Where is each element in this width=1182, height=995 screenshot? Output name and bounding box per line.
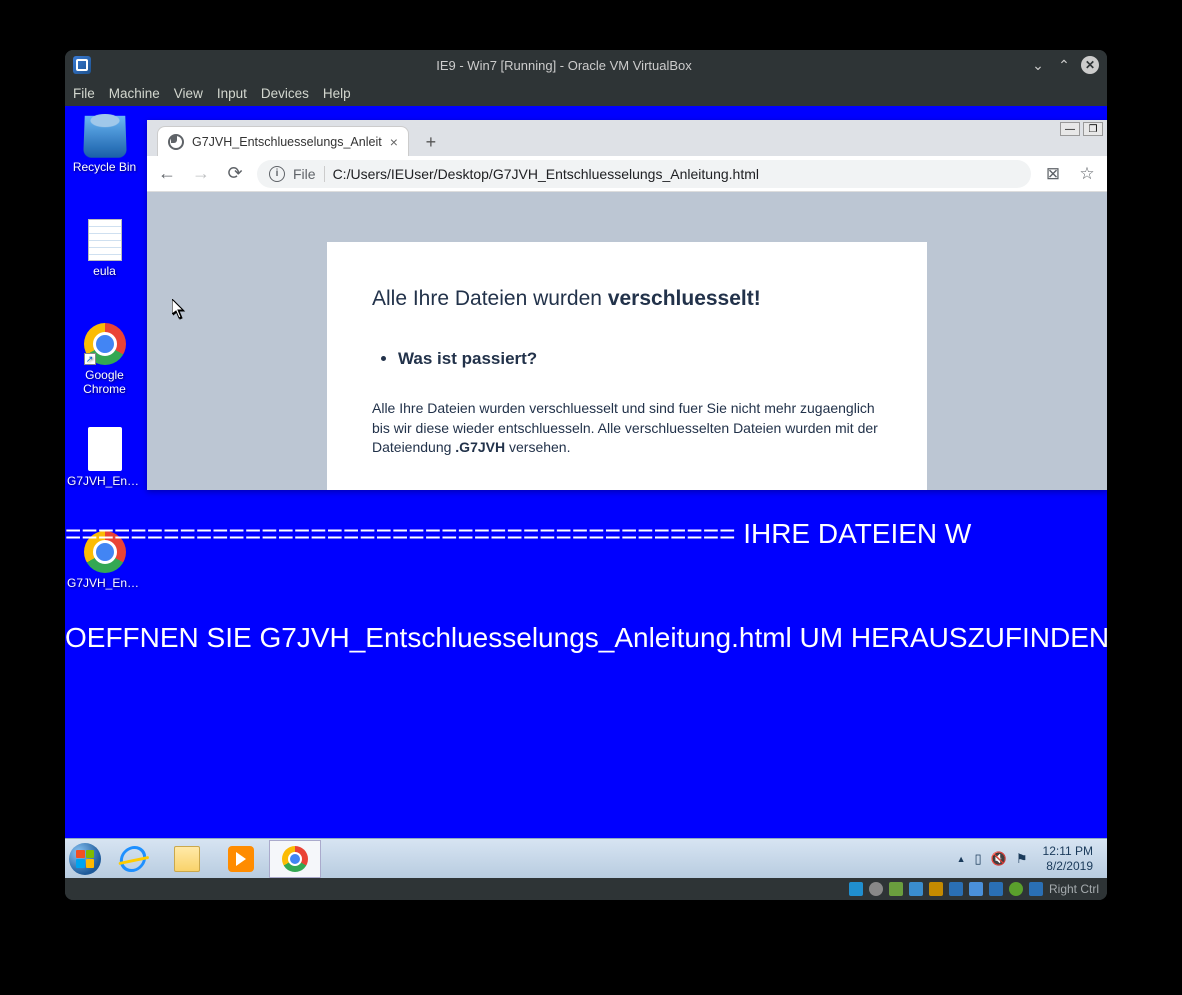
bookmark-star-icon[interactable]: ☆ [1075, 164, 1099, 184]
menu-file[interactable]: File [73, 86, 95, 101]
reload-button[interactable]: ⟳ [223, 163, 247, 184]
status-cpu-icon[interactable] [1009, 882, 1023, 896]
shortcut-overlay-icon: ↗ [84, 353, 96, 365]
desktop-icon-g7jvh-file[interactable]: G7JVH_Ents… [67, 427, 142, 488]
wallpaper-text-line1: ========================================… [65, 518, 1107, 550]
new-tab-button[interactable]: + [417, 128, 445, 156]
desktop-icon-label: G7JVH_Ents… [67, 474, 142, 488]
globe-icon [168, 134, 184, 150]
wallpaper-text-line2: OEFFNEN SIE G7JVH_Entschluesselungs_Anle… [65, 622, 1107, 654]
menu-machine[interactable]: Machine [109, 86, 160, 101]
chrome-toolbar: ← → ⟳ i File C:/Users/IEUser/Desktop/G7J… [147, 156, 1107, 192]
desktop-icon-recycle-bin[interactable]: Recycle Bin [67, 115, 142, 174]
taskbar-clock[interactable]: 12:11 PM 8/2/2019 [1037, 844, 1099, 873]
eula-icon [88, 219, 122, 261]
status-shared-folders-icon[interactable] [929, 882, 943, 896]
tab-close-icon[interactable]: × [390, 134, 398, 150]
status-harddisk-icon[interactable] [849, 882, 863, 896]
tray-overflow-icon[interactable]: ▲ [957, 854, 966, 864]
chrome-icon [282, 846, 308, 872]
tab-title: G7JVH_Entschluesselungs_Anleit [192, 135, 382, 149]
browser-tab[interactable]: G7JVH_Entschluesselungs_Anleit × [157, 126, 409, 156]
menu-devices[interactable]: Devices [261, 86, 309, 101]
desktop-icon-label: G7JVH_Ents… [67, 576, 142, 590]
desktop-icon-label: eula [67, 264, 142, 278]
address-scheme: File [293, 166, 316, 182]
status-mouse-icon[interactable] [1029, 882, 1043, 896]
menu-input[interactable]: Input [217, 86, 247, 101]
address-bar[interactable]: i File C:/Users/IEUser/Desktop/G7JVH_Ent… [257, 160, 1031, 188]
desktop-icon-google-chrome[interactable]: ↗ Google Chrome [67, 323, 142, 396]
ransom-note-card: Alle Ihre Dateien wurden verschluesselt!… [327, 242, 927, 490]
taskbar-app-ie[interactable] [107, 840, 159, 878]
action-center-icon[interactable]: ⚑ [1016, 851, 1028, 867]
wmp-icon [228, 846, 254, 872]
recycle-bin-icon [83, 116, 127, 158]
maximize-button[interactable]: ⌃ [1055, 56, 1073, 74]
address-url: C:/Users/IEUser/Desktop/G7JVH_Entschlues… [333, 166, 759, 182]
host-key-indicator: Right Ctrl [1049, 882, 1099, 896]
taskbar: ▲ ▯ 🔇 ⚑ 12:11 PM 8/2/2019 [65, 838, 1107, 878]
close-button[interactable]: ✕ [1081, 56, 1099, 74]
status-optical-icon[interactable] [869, 882, 883, 896]
taskbar-app-chrome[interactable] [269, 840, 321, 878]
note-paragraph: Alle Ihre Dateien wurden verschluesselt … [372, 399, 882, 458]
note-heading: Alle Ihre Dateien wurden verschluesselt! [372, 287, 882, 311]
vbox-statusbar: Right Ctrl [65, 878, 1107, 900]
taskbar-app-file-explorer[interactable] [161, 840, 213, 878]
inner-restore-button[interactable]: ❐ [1083, 122, 1103, 136]
volume-icon[interactable]: 🔇 [991, 851, 1007, 867]
inner-minimize-button[interactable]: — [1060, 122, 1080, 136]
forward-button[interactable]: → [189, 163, 213, 184]
taskbar-app-wmp[interactable] [215, 840, 267, 878]
menubar: File Machine View Input Devices Help [65, 80, 1107, 106]
guest-desktop[interactable]: Recycle Bin eula ↗ Google Chrome G7JVH_Ents…… [65, 106, 1107, 878]
menu-view[interactable]: View [174, 86, 203, 101]
start-button[interactable] [65, 839, 105, 879]
system-tray: ▲ ▯ 🔇 ⚑ 12:11 PM 8/2/2019 [949, 839, 1107, 878]
desktop-icon-eula[interactable]: eula [67, 219, 142, 278]
site-info-icon[interactable]: i [269, 166, 285, 182]
page-content: Alle Ihre Dateien wurden verschluesselt!… [147, 192, 1107, 490]
window-title: IE9 - Win7 [Running] - Oracle VM Virtual… [99, 58, 1029, 73]
note-question: Was ist passiert? [398, 349, 882, 369]
google-chrome-icon: ↗ [84, 323, 126, 365]
ie-icon [118, 846, 148, 872]
address-separator [324, 166, 325, 182]
status-usb-icon[interactable] [909, 882, 923, 896]
desktop-icon-label: Recycle Bin [67, 160, 142, 174]
chrome-tabstrip: G7JVH_Entschluesselungs_Anleit × + — ❐ [147, 120, 1107, 156]
chrome-window: G7JVH_Entschluesselungs_Anleit × + — ❐ ←… [147, 120, 1107, 490]
g7jvh-file-icon [88, 427, 122, 471]
back-button[interactable]: ← [155, 163, 179, 184]
battery-icon[interactable]: ▯ [975, 851, 982, 867]
menu-help[interactable]: Help [323, 86, 351, 101]
minimize-button[interactable]: ⌄ [1029, 56, 1047, 74]
titlebar[interactable]: IE9 - Win7 [Running] - Oracle VM Virtual… [65, 50, 1107, 80]
status-recording-icon[interactable] [969, 882, 983, 896]
status-display-icon[interactable] [949, 882, 963, 896]
desktop-icon-label: Google Chrome [67, 368, 142, 396]
virtualbox-window: IE9 - Win7 [Running] - Oracle VM Virtual… [65, 50, 1107, 900]
status-vrde-icon[interactable] [989, 882, 1003, 896]
vbox-app-icon [73, 56, 91, 74]
translate-icon[interactable]: ⊠ [1041, 164, 1065, 184]
file-explorer-icon [174, 846, 200, 872]
status-network-icon[interactable] [889, 882, 903, 896]
